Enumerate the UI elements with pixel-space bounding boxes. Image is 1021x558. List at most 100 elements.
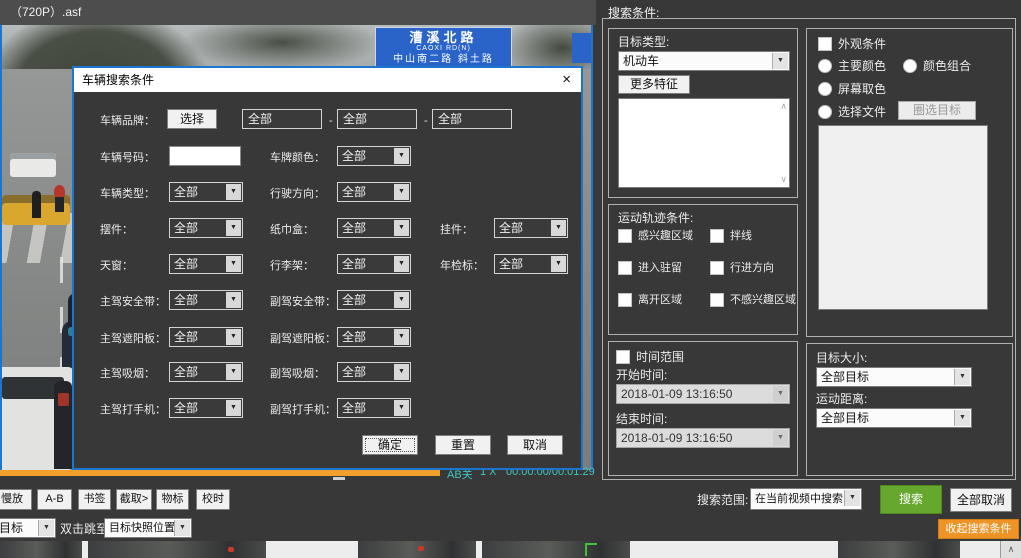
strip-scroll-up-button[interactable]: ∧ bbox=[1000, 541, 1021, 558]
checkbox-time-range[interactable]: 时间范围 bbox=[616, 350, 684, 364]
object-mark-button[interactable]: 物标 bbox=[156, 489, 189, 510]
passenger-smoking-dropdown[interactable]: 全部▼ bbox=[337, 362, 411, 382]
checkbox-icon bbox=[818, 37, 832, 51]
tissue-box-value: 全部 bbox=[342, 221, 366, 235]
cancel-button[interactable]: 取消 bbox=[507, 435, 563, 455]
time-sync-button[interactable]: 校时 bbox=[196, 489, 230, 510]
bookmark-button[interactable]: 书签 bbox=[78, 489, 111, 510]
scroll-down-icon[interactable]: ∨ bbox=[780, 174, 787, 185]
dialog-title-bar[interactable]: 车辆搜索条件 × bbox=[74, 68, 581, 92]
brand-dash-2: - bbox=[424, 111, 428, 131]
result-thumbnail-strip bbox=[0, 541, 1021, 558]
slow-play-button[interactable]: 慢放 bbox=[0, 489, 32, 510]
brand-field-2[interactable]: 全部 bbox=[337, 109, 417, 129]
chevron-down-icon: ▼ bbox=[844, 490, 860, 506]
driver-visor-label: 主驾遮阳板： bbox=[100, 329, 166, 349]
tissue-box-label: 纸巾盒： bbox=[270, 220, 314, 240]
brand-field-3[interactable]: 全部 bbox=[432, 109, 512, 129]
radio-icon bbox=[818, 105, 832, 119]
search-scope-dropdown[interactable]: 在当前视频中搜索▼ bbox=[750, 488, 862, 510]
sunroof-value: 全部 bbox=[174, 257, 198, 271]
radio-main-color[interactable]: 主要颜色 bbox=[818, 59, 886, 73]
checkbox-non-interest-area[interactable]: 不感兴趣区域 bbox=[710, 293, 796, 307]
result-thumbnail[interactable] bbox=[838, 541, 960, 558]
ok-button[interactable]: 确定 bbox=[362, 435, 418, 455]
vehicle-type-value: 全部 bbox=[174, 185, 198, 199]
passenger-phone-dropdown[interactable]: 全部▼ bbox=[337, 398, 411, 418]
chevron-down-icon: ▼ bbox=[394, 184, 409, 200]
target-type-label: 目标类型: bbox=[618, 32, 669, 52]
driver-seatbelt-dropdown[interactable]: 全部▼ bbox=[169, 290, 243, 310]
appearance-preview-panel bbox=[818, 125, 988, 310]
chevron-down-icon: ▼ bbox=[394, 292, 409, 308]
result-thumbnail[interactable] bbox=[482, 541, 630, 558]
passenger-seatbelt-dropdown[interactable]: 全部▼ bbox=[337, 290, 411, 310]
ornament-dropdown[interactable]: 全部▼ bbox=[169, 218, 243, 238]
tissue-box-dropdown[interactable]: 全部 ▼ bbox=[337, 218, 411, 238]
checkbox-interest-area[interactable]: 感兴趣区域 bbox=[618, 229, 693, 243]
motion-distance-label: 运动距离: bbox=[816, 389, 867, 409]
checkbox-enter-stay[interactable]: 进入驻留 bbox=[618, 261, 682, 275]
more-features-button[interactable]: 更多特征 bbox=[618, 75, 690, 94]
checkbox-direction[interactable]: 行进方向 bbox=[710, 261, 774, 275]
feature-listbox[interactable]: ∧ ∨ bbox=[618, 98, 790, 188]
target-type-dropdown[interactable]: 机动车▼ bbox=[618, 51, 790, 71]
vehicle-type-dropdown[interactable]: 全部 ▼ bbox=[169, 182, 243, 202]
checkbox-appearance[interactable]: 外观条件 bbox=[818, 37, 886, 51]
show-target-dropdown[interactable]: 示目标▼ bbox=[0, 518, 56, 538]
collapse-search-button[interactable]: 收起搜索条件 bbox=[938, 519, 1019, 539]
result-thumbnail[interactable] bbox=[0, 541, 82, 558]
inspection-sticker-value: 全部 bbox=[499, 257, 523, 271]
search-button[interactable]: 搜索 bbox=[880, 485, 942, 514]
jump-target-dropdown[interactable]: 目标快照位置▼ bbox=[104, 518, 192, 538]
radio-label: 颜色组合 bbox=[923, 59, 971, 73]
scroll-up-icon[interactable]: ∧ bbox=[780, 101, 787, 112]
brand-field-1[interactable]: 全部 bbox=[242, 109, 322, 129]
capture-button[interactable]: 截取> bbox=[116, 489, 152, 510]
inspection-sticker-dropdown[interactable]: 全部▼ bbox=[494, 254, 568, 274]
driver-visor-dropdown[interactable]: 全部▼ bbox=[169, 327, 243, 347]
cancel-all-button[interactable]: 全部取消 bbox=[950, 488, 1012, 512]
roof-rack-label: 行李架： bbox=[270, 256, 314, 276]
chevron-down-icon: ▼ bbox=[226, 364, 241, 380]
show-target-value: 示目标 bbox=[0, 521, 23, 535]
driver-smoking-dropdown[interactable]: 全部▼ bbox=[169, 362, 243, 382]
reset-button[interactable]: 重置 bbox=[435, 435, 491, 455]
checkbox-label: 外观条件 bbox=[838, 37, 886, 51]
direction-label: 行驶方向： bbox=[270, 184, 325, 204]
passenger-visor-value: 全部 bbox=[342, 330, 366, 344]
result-thumbnail[interactable] bbox=[88, 541, 266, 558]
chevron-down-icon: ▼ bbox=[226, 184, 241, 200]
brand-select-button[interactable]: 选择 bbox=[167, 109, 217, 129]
plate-number-input[interactable] bbox=[169, 146, 241, 166]
radio-screen-pick[interactable]: 屏幕取色 bbox=[818, 82, 886, 96]
circle-target-button[interactable]: 圈选目标 bbox=[898, 101, 976, 120]
chevron-down-icon: ▼ bbox=[394, 256, 409, 272]
plate-color-dropdown[interactable]: 全部▼ bbox=[337, 146, 411, 166]
start-time-dropdown[interactable]: 2018-01-09 13:16:50▼ bbox=[616, 384, 790, 404]
ab-repeat-button[interactable]: A-B bbox=[37, 489, 72, 510]
result-thumbnail[interactable] bbox=[358, 541, 476, 558]
driver-phone-dropdown[interactable]: 全部▼ bbox=[169, 398, 243, 418]
direction-dropdown[interactable]: 全部▼ bbox=[337, 182, 411, 202]
chevron-down-icon: ▼ bbox=[394, 220, 409, 236]
pendant-dropdown[interactable]: 全部▼ bbox=[494, 218, 568, 238]
target-size-dropdown[interactable]: 全部目标▼ bbox=[816, 367, 972, 387]
radio-icon bbox=[903, 59, 917, 73]
ornament-value: 全部 bbox=[174, 221, 198, 235]
checkbox-leave-area[interactable]: 离开区域 bbox=[618, 293, 682, 307]
checkbox-tripwire[interactable]: 拌线 bbox=[710, 229, 752, 243]
checkbox-icon bbox=[710, 293, 724, 307]
passenger-visor-dropdown[interactable]: 全部▼ bbox=[337, 327, 411, 347]
playback-progress-bar[interactable] bbox=[0, 470, 440, 476]
chevron-down-icon: ▼ bbox=[394, 364, 409, 380]
motion-distance-dropdown[interactable]: 全部目标▼ bbox=[816, 408, 972, 428]
radio-color-combo[interactable]: 颜色组合 bbox=[903, 59, 971, 73]
scene-cyclist-bike bbox=[55, 197, 64, 212]
end-time-dropdown[interactable]: 2018-01-09 13:16:50▼ bbox=[616, 428, 790, 448]
sunroof-dropdown[interactable]: 全部▼ bbox=[169, 254, 243, 274]
radio-select-file[interactable]: 选择文件 bbox=[818, 105, 886, 119]
close-icon[interactable]: × bbox=[562, 68, 571, 92]
roof-rack-dropdown[interactable]: 全部▼ bbox=[337, 254, 411, 274]
checkbox-label: 不感兴趣区域 bbox=[730, 293, 796, 307]
